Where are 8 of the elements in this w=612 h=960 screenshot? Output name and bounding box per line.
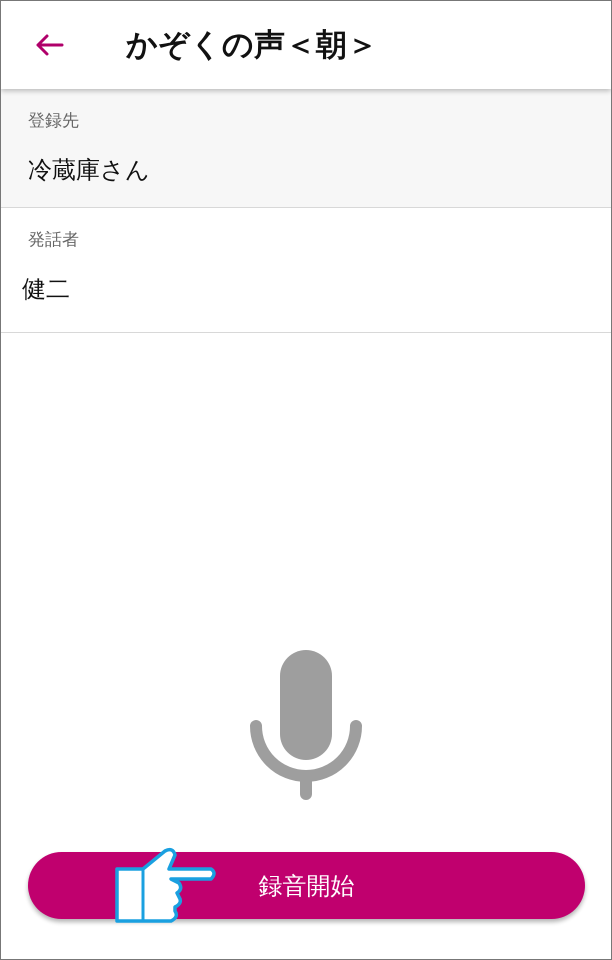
field-value: 健二	[22, 274, 71, 305]
microphone-icon	[250, 650, 362, 802]
setting-row[interactable]: 登録先 冷蔵庫さん	[1, 89, 611, 208]
screen-title: かぞくの声＜朝＞	[126, 26, 378, 65]
field-label: 登録先	[28, 110, 80, 132]
field-value: 冷蔵庫さん	[28, 155, 151, 186]
field-label: 発話者	[28, 229, 80, 251]
back-arrow-icon[interactable]	[34, 33, 64, 57]
